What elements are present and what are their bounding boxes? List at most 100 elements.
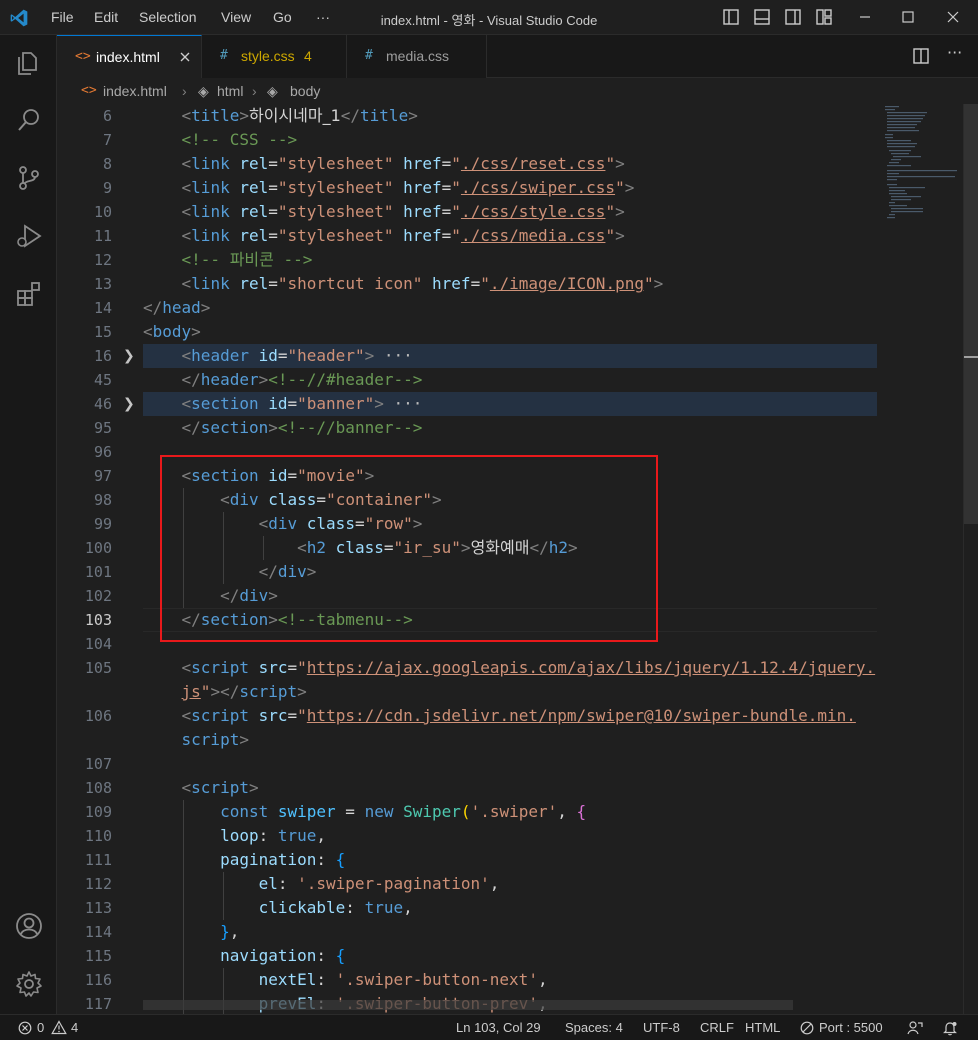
tab-style-css[interactable]: # style.css 4 xyxy=(202,35,347,78)
line-number: 99 xyxy=(93,515,112,533)
code-line: </section><!--//banner--> xyxy=(181,418,423,437)
breadcrumb-html[interactable]: html xyxy=(217,83,243,99)
horizontal-scrollbar[interactable] xyxy=(143,1000,793,1010)
toggle-panel-icon[interactable] xyxy=(753,8,771,26)
code-line: const swiper = new Swiper('.swiper', { xyxy=(220,802,587,821)
error-icon[interactable] xyxy=(18,1021,32,1035)
line-number: 113 xyxy=(84,899,112,917)
line-number: 114 xyxy=(84,923,112,941)
menu-file[interactable]: File xyxy=(51,9,74,25)
line-number: 107 xyxy=(84,755,112,773)
close-window-icon[interactable] xyxy=(944,8,962,26)
activity-bar xyxy=(0,35,57,1014)
split-editor-icon[interactable] xyxy=(912,47,930,65)
tab-media-css[interactable]: # media.css xyxy=(347,35,487,78)
code-line: <link rel="shortcut icon" href="./image/… xyxy=(181,274,664,293)
code-line: loop: true, xyxy=(220,826,327,845)
tab-label: index.html xyxy=(96,49,160,65)
more-actions-icon[interactable]: ··· xyxy=(947,43,962,62)
line-number: 13 xyxy=(93,275,112,293)
css-file-icon: # xyxy=(220,48,228,63)
line-number: 14 xyxy=(93,299,112,317)
chevron-right-icon: › xyxy=(252,83,257,99)
search-icon[interactable] xyxy=(14,105,44,135)
scrollbar-cursor-marker xyxy=(964,356,978,358)
menu-more[interactable]: ··· xyxy=(316,9,330,25)
line-number: 11 xyxy=(93,227,112,245)
line-number: 111 xyxy=(84,851,112,869)
line-number: 97 xyxy=(93,467,112,485)
html-file-icon: <> xyxy=(81,83,97,98)
line-number: 106 xyxy=(84,707,112,725)
tab-label: style.css xyxy=(241,48,295,64)
line-number: 8 xyxy=(102,155,112,173)
explorer-icon[interactable] xyxy=(14,47,44,77)
line-number-active: 103 xyxy=(84,611,112,629)
extensions-icon[interactable] xyxy=(14,279,44,309)
customize-layout-icon[interactable] xyxy=(815,8,833,26)
code-line: <script src="https://ajax.googleapis.com… xyxy=(181,658,876,677)
code-line: pagination: { xyxy=(220,850,346,869)
editor-tab-bar: <> index.html # style.css 4 # media.css … xyxy=(57,35,978,78)
tab-index-html[interactable]: <> index.html xyxy=(57,35,202,78)
error-count[interactable]: 0 xyxy=(37,1020,44,1035)
cursor-position[interactable]: Ln 103, Col 29 xyxy=(456,1020,541,1035)
annotation-highlight-box xyxy=(160,455,658,642)
line-number: 16 xyxy=(93,347,112,365)
code-line: <header id="header"> ··· xyxy=(181,346,413,365)
code-line: el: '.swiper-pagination', xyxy=(258,874,500,893)
html-file-icon: <> xyxy=(75,49,91,64)
indentation[interactable]: Spaces: 4 xyxy=(565,1020,623,1035)
line-number: 6 xyxy=(102,107,112,125)
notifications-bell-icon[interactable] xyxy=(942,1020,958,1036)
file-encoding[interactable]: UTF-8 xyxy=(643,1020,680,1035)
breadcrumb: <> index.html › ◈ html › ◈ body xyxy=(57,78,978,104)
toggle-secondary-sidebar-icon[interactable] xyxy=(784,8,802,26)
scrollbar-thumb[interactable] xyxy=(964,104,978,524)
line-number: 100 xyxy=(84,539,112,557)
status-bar: 0 4 Ln 103, Col 29 Spaces: 4 UTF-8 CRLF … xyxy=(0,1014,978,1040)
warning-icon[interactable] xyxy=(51,1020,67,1035)
chevron-right-icon[interactable]: ❯ xyxy=(123,392,135,416)
feedback-icon[interactable] xyxy=(907,1020,923,1036)
menu-go[interactable]: Go xyxy=(273,9,292,25)
run-and-debug-icon[interactable] xyxy=(14,221,44,251)
breadcrumb-body[interactable]: body xyxy=(290,83,320,99)
code-line: }, xyxy=(220,922,240,941)
accounts-icon[interactable] xyxy=(14,911,44,941)
code-line: <link rel="stylesheet" href="./css/style… xyxy=(181,202,625,221)
chevron-right-icon: › xyxy=(182,83,187,99)
language-mode[interactable]: HTML xyxy=(745,1020,780,1035)
manage-gear-icon[interactable] xyxy=(14,969,44,999)
source-control-icon[interactable] xyxy=(14,163,44,193)
problem-count-badge: 4 xyxy=(304,48,312,64)
line-number: 95 xyxy=(93,419,112,437)
line-number: 112 xyxy=(84,875,112,893)
line-number: 12 xyxy=(93,251,112,269)
line-number: 101 xyxy=(84,563,112,581)
minimap[interactable] xyxy=(877,104,963,1014)
close-tab-icon[interactable] xyxy=(179,51,191,63)
menu-edit[interactable]: Edit xyxy=(94,9,118,25)
code-line: navigation: { xyxy=(220,946,346,965)
line-ending[interactable]: CRLF xyxy=(700,1020,734,1035)
code-line: <!-- 파비콘 --> xyxy=(181,250,313,269)
breadcrumb-file[interactable]: index.html xyxy=(103,83,167,99)
menu-view[interactable]: View xyxy=(221,9,251,25)
live-server-port[interactable]: Port : 5500 xyxy=(819,1020,883,1035)
line-number: 7 xyxy=(102,131,112,149)
vertical-scrollbar[interactable] xyxy=(963,104,978,1014)
line-number: 96 xyxy=(93,443,112,461)
minimize-icon[interactable] xyxy=(856,8,874,26)
code-line: <link rel="stylesheet" href="./css/reset… xyxy=(181,154,625,173)
chevron-right-icon[interactable]: ❯ xyxy=(123,344,135,368)
menu-selection[interactable]: Selection xyxy=(139,9,197,25)
code-editor[interactable]: 6 7 8 9 10 11 12 13 14 15 16 45 46 95 96… xyxy=(57,104,978,1014)
vscode-logo-icon xyxy=(10,9,28,27)
code-line: <title>하이시네마_1</title> xyxy=(181,106,418,125)
line-number: 10 xyxy=(93,203,112,221)
line-number: 108 xyxy=(84,779,112,797)
warning-count[interactable]: 4 xyxy=(71,1020,78,1035)
maximize-icon[interactable] xyxy=(899,8,917,26)
toggle-primary-sidebar-icon[interactable] xyxy=(722,8,740,26)
